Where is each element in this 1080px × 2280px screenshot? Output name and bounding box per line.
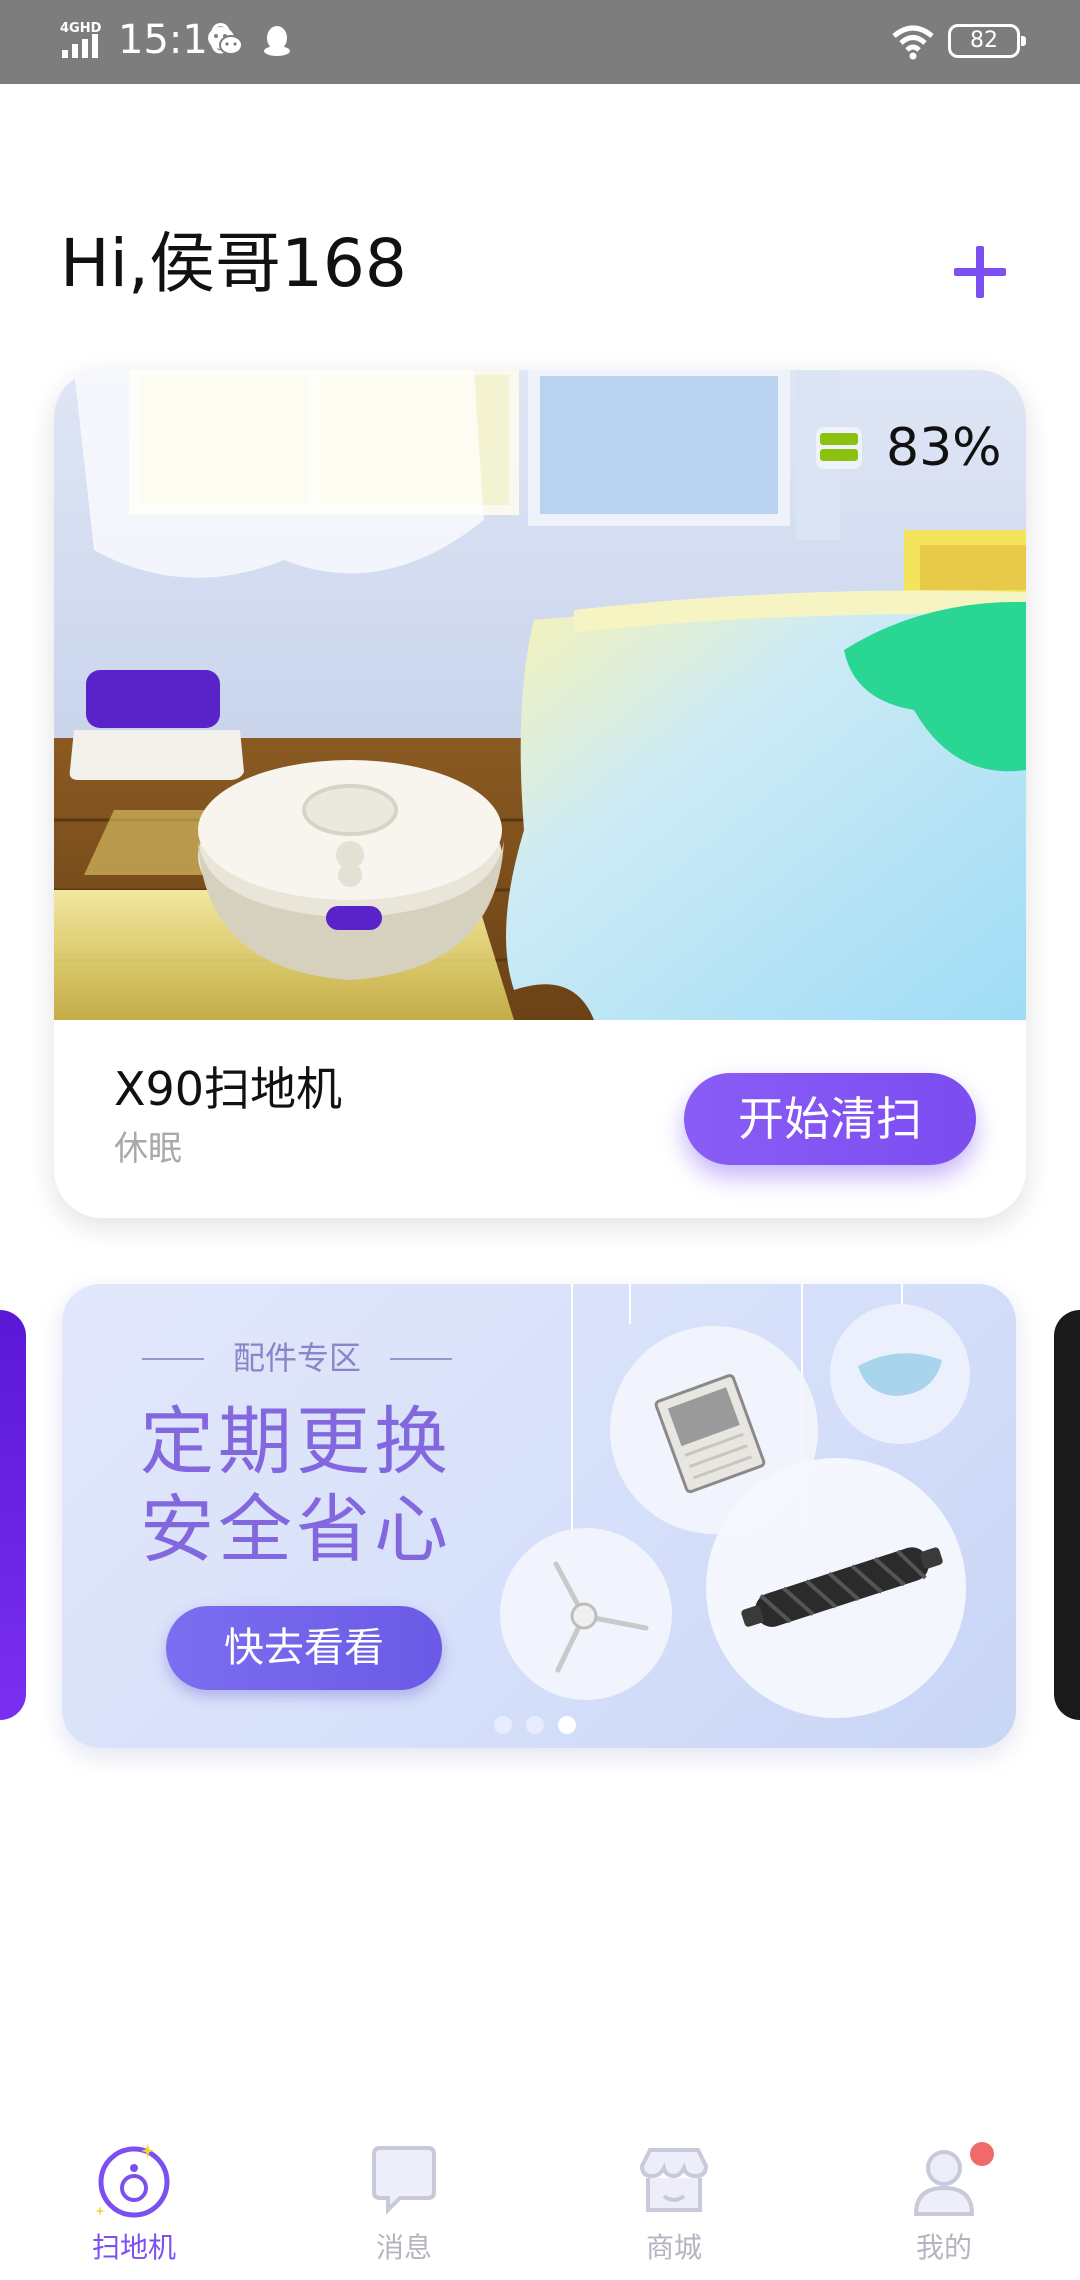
message-icon xyxy=(372,2146,436,2215)
tab-messages[interactable]: 消息 xyxy=(304,2130,504,2280)
status-bar: 4GHD 15:10 82 xyxy=(0,0,1080,84)
tab-label: 扫地机 xyxy=(91,2231,176,2264)
tab-label: 我的 xyxy=(915,2231,972,2264)
carousel-dot-active[interactable] xyxy=(558,1716,576,1734)
plus-icon[interactable] xyxy=(948,240,1012,304)
battery-indicator: 83% xyxy=(814,408,1002,488)
banner-headline-2: 安全省心 xyxy=(140,1487,452,1573)
qq-icon xyxy=(264,26,290,56)
start-cleaning-button[interactable]: 开始清扫 xyxy=(684,1073,976,1165)
store-icon xyxy=(639,2148,709,2212)
bottom-tab-bar: 扫地机 消息 商城 我的 xyxy=(0,2130,1080,2280)
wechat-icon xyxy=(208,27,243,55)
carousel-dots xyxy=(494,1716,594,1736)
signal-icon: 4GHD xyxy=(60,21,102,58)
tab-profile[interactable]: 我的 xyxy=(844,2130,1044,2280)
banner-next-peek[interactable] xyxy=(1054,1310,1080,1720)
tab-robot[interactable]: 扫地机 xyxy=(34,2130,234,2280)
svg-text:4GHD: 4GHD xyxy=(60,21,102,36)
banner-prev-peek[interactable] xyxy=(0,1310,26,1720)
device-status: 休眠 xyxy=(114,1129,182,1169)
tab-label: 消息 xyxy=(375,2231,432,2264)
accessories-banner[interactable]: 配件专区 定期更换 安全省心 快去看看 xyxy=(62,1284,1016,1748)
go-see-button[interactable]: 快去看看 xyxy=(166,1606,442,1690)
wifi-icon xyxy=(892,25,934,60)
greeting-title: Hi,侯哥168 xyxy=(60,225,407,302)
device-card[interactable]: 83% X90扫地机 休眠 开始清扫 xyxy=(54,370,1026,1218)
banner-kicker: 配件专区 xyxy=(142,1338,452,1378)
battery-level-icon xyxy=(816,427,862,469)
tab-store[interactable]: 商城 xyxy=(574,2130,774,2280)
battery-percent: 83% xyxy=(886,418,1002,478)
banner-headline-1: 定期更换 xyxy=(140,1399,452,1485)
carousel-dot[interactable] xyxy=(526,1716,544,1734)
battery-icon: 82 xyxy=(948,24,1026,58)
carousel-dot[interactable] xyxy=(494,1716,512,1734)
tab-label: 商城 xyxy=(645,2231,702,2264)
robot-icon xyxy=(96,2144,170,2218)
notification-badge xyxy=(970,2142,994,2166)
device-name: X90扫地机 xyxy=(114,1062,343,1116)
